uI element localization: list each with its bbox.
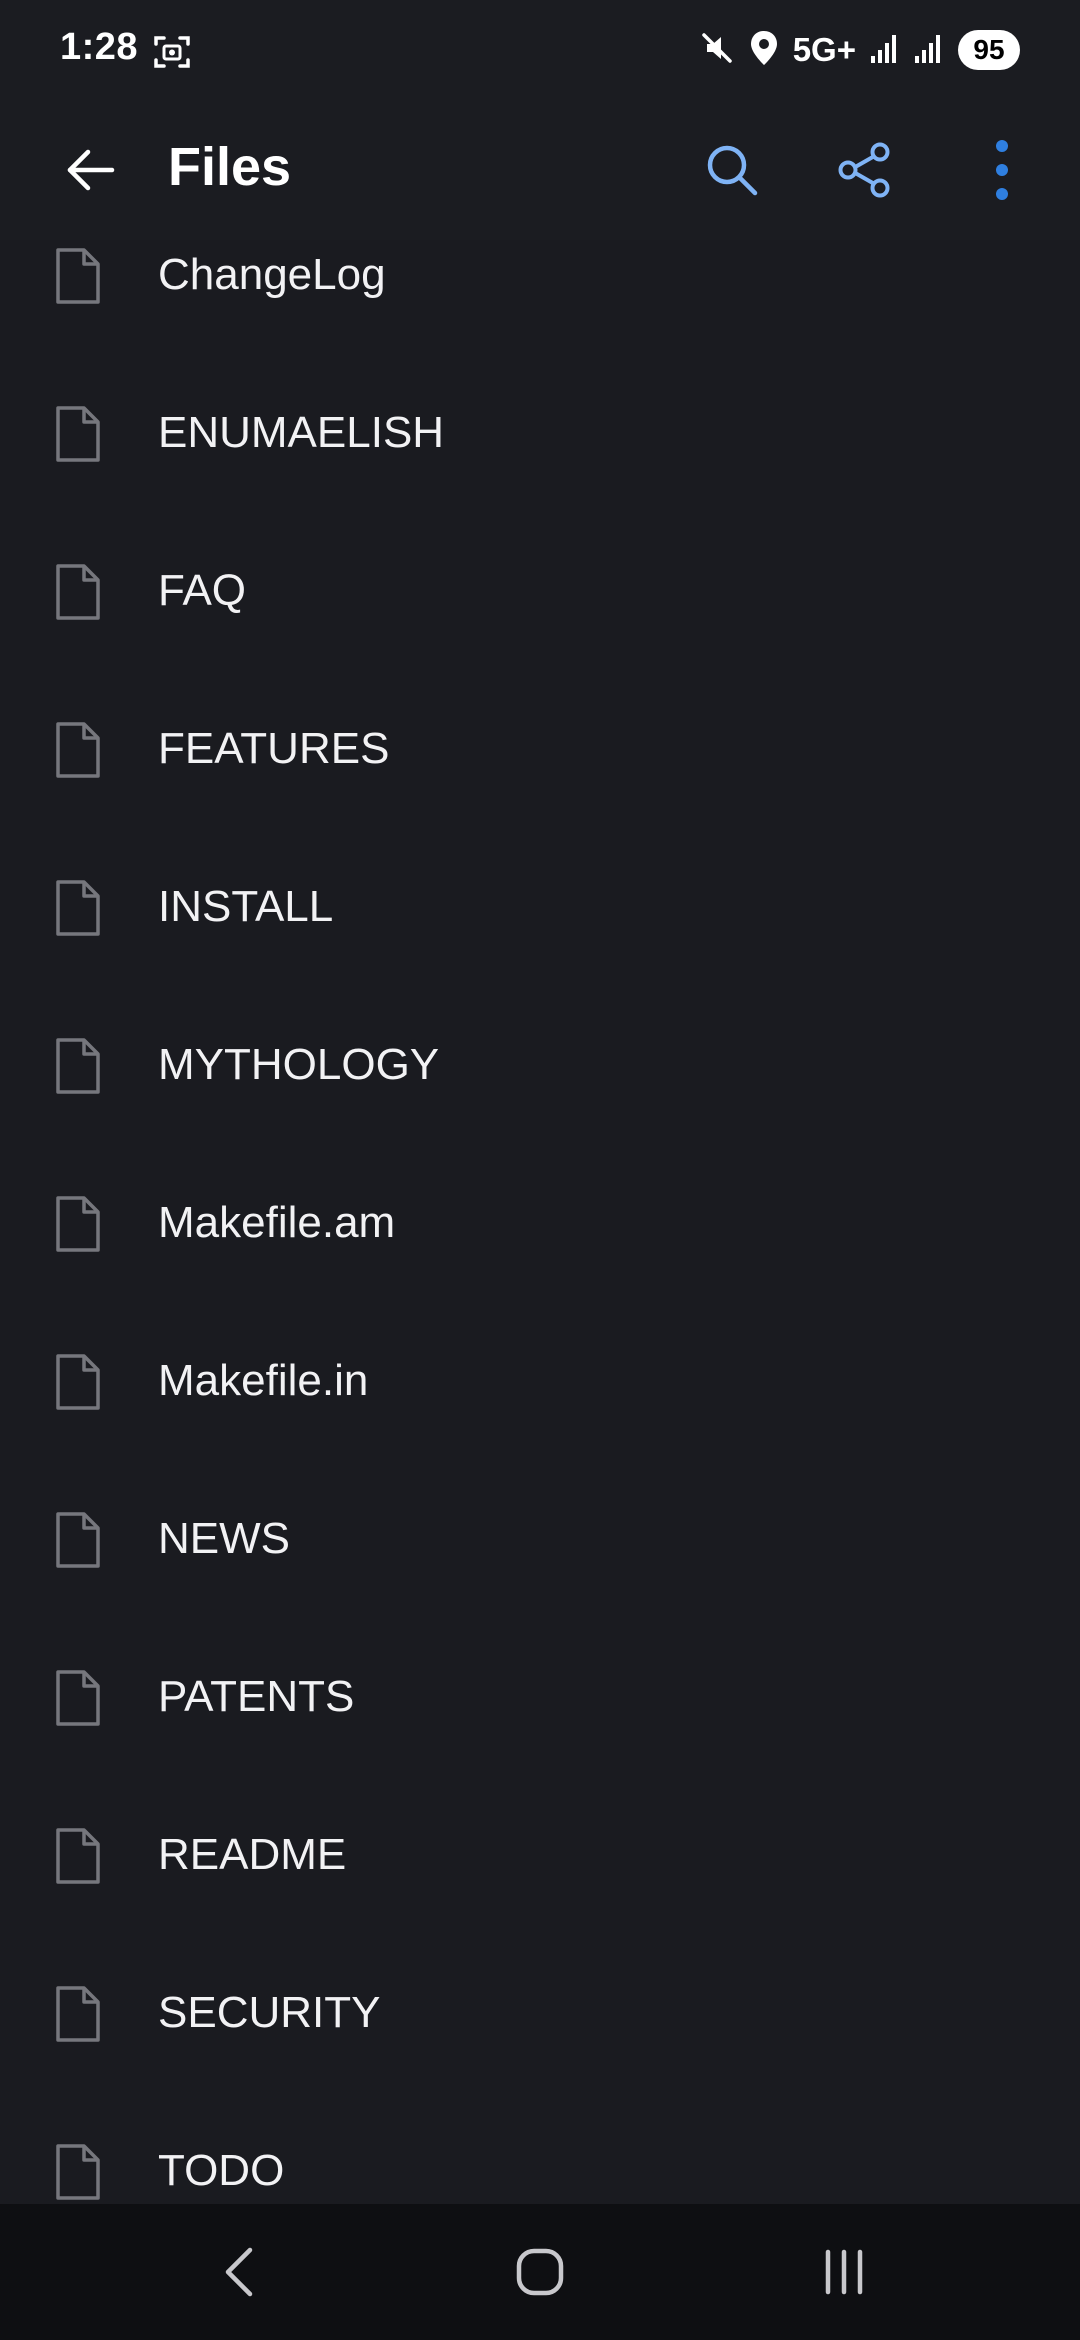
more-options-button[interactable] (962, 130, 1042, 210)
file-icon (52, 563, 102, 621)
file-icon (52, 1037, 102, 1095)
signal-icon (914, 32, 944, 69)
search-icon (707, 145, 758, 196)
file-icon (52, 879, 102, 937)
list-item[interactable]: ChangeLog (0, 247, 1080, 405)
file-name: MYTHOLOGY (158, 1040, 440, 1089)
file-name: SECURITY (158, 1988, 381, 2037)
file-name: README (158, 1830, 347, 1879)
nav-home-icon (516, 2248, 564, 2296)
back-button[interactable] (56, 135, 126, 205)
file-icon (52, 405, 102, 463)
network-type: 5G+ (792, 31, 856, 68)
file-name: ChangeLog (158, 250, 386, 299)
file-name: Makefile.am (158, 1198, 396, 1247)
status-time: 1:28 (60, 26, 139, 68)
nav-back-button[interactable] (200, 2232, 280, 2312)
list-item[interactable]: NEWS (0, 1511, 1080, 1669)
file-name: PATENTS (158, 1672, 355, 1721)
list-item[interactable]: README (0, 1827, 1080, 1985)
status-bar: 1:28 5G+ 95 (0, 0, 1080, 100)
file-name: FEATURES (158, 724, 390, 773)
nav-recents-button[interactable] (804, 2232, 884, 2312)
list-item[interactable]: SECURITY (0, 1985, 1080, 2143)
app-bar: Files (0, 100, 1080, 240)
share-button[interactable] (824, 130, 904, 210)
list-item[interactable]: TODO (0, 2143, 1080, 2204)
nav-recents-icon (825, 2249, 863, 2295)
file-icon (52, 1195, 102, 1253)
file-icon (52, 1669, 102, 1727)
file-name: INSTALL (158, 882, 334, 931)
screenshot-icon (152, 32, 192, 72)
file-icon (52, 1511, 102, 1569)
battery-indicator: 95 (958, 30, 1020, 70)
more-vert-icon (996, 140, 1008, 200)
nav-home-button[interactable] (500, 2232, 580, 2312)
list-item[interactable]: INSTALL (0, 879, 1080, 1037)
files-screen: 1:28 5G+ 95 Files ChangeLog ENUMAELISH F… (0, 0, 1080, 2340)
page-title: Files (168, 137, 292, 197)
back-arrow-icon (67, 149, 115, 191)
list-item[interactable]: Makefile.am (0, 1195, 1080, 1353)
file-name: Makefile.in (158, 1356, 369, 1405)
system-nav-bar (0, 2204, 1080, 2340)
file-name: FAQ (158, 566, 247, 615)
list-item[interactable]: Makefile.in (0, 1353, 1080, 1511)
file-icon (52, 1985, 102, 2043)
file-icon (52, 247, 102, 305)
status-indicators: 5G+ 95 (685, 26, 1020, 74)
file-list: ChangeLog ENUMAELISH FAQ FEATURES INSTAL… (0, 240, 1080, 2204)
list-item[interactable]: ENUMAELISH (0, 405, 1080, 563)
file-icon (52, 1827, 102, 1885)
nav-back-icon (225, 2247, 253, 2297)
list-item[interactable]: FEATURES (0, 721, 1080, 879)
location-icon (749, 29, 779, 72)
search-button[interactable] (692, 130, 772, 210)
list-item[interactable]: PATENTS (0, 1669, 1080, 1827)
file-icon (52, 2143, 102, 2201)
file-icon (52, 721, 102, 779)
share-icon (838, 142, 890, 198)
file-name: NEWS (158, 1514, 290, 1563)
file-name: ENUMAELISH (158, 408, 445, 457)
signal-icon (870, 32, 900, 69)
mute-icon (699, 30, 735, 71)
list-item[interactable]: MYTHOLOGY (0, 1037, 1080, 1195)
file-icon (52, 1353, 102, 1411)
list-item[interactable]: FAQ (0, 563, 1080, 721)
file-name: TODO (158, 2146, 285, 2195)
